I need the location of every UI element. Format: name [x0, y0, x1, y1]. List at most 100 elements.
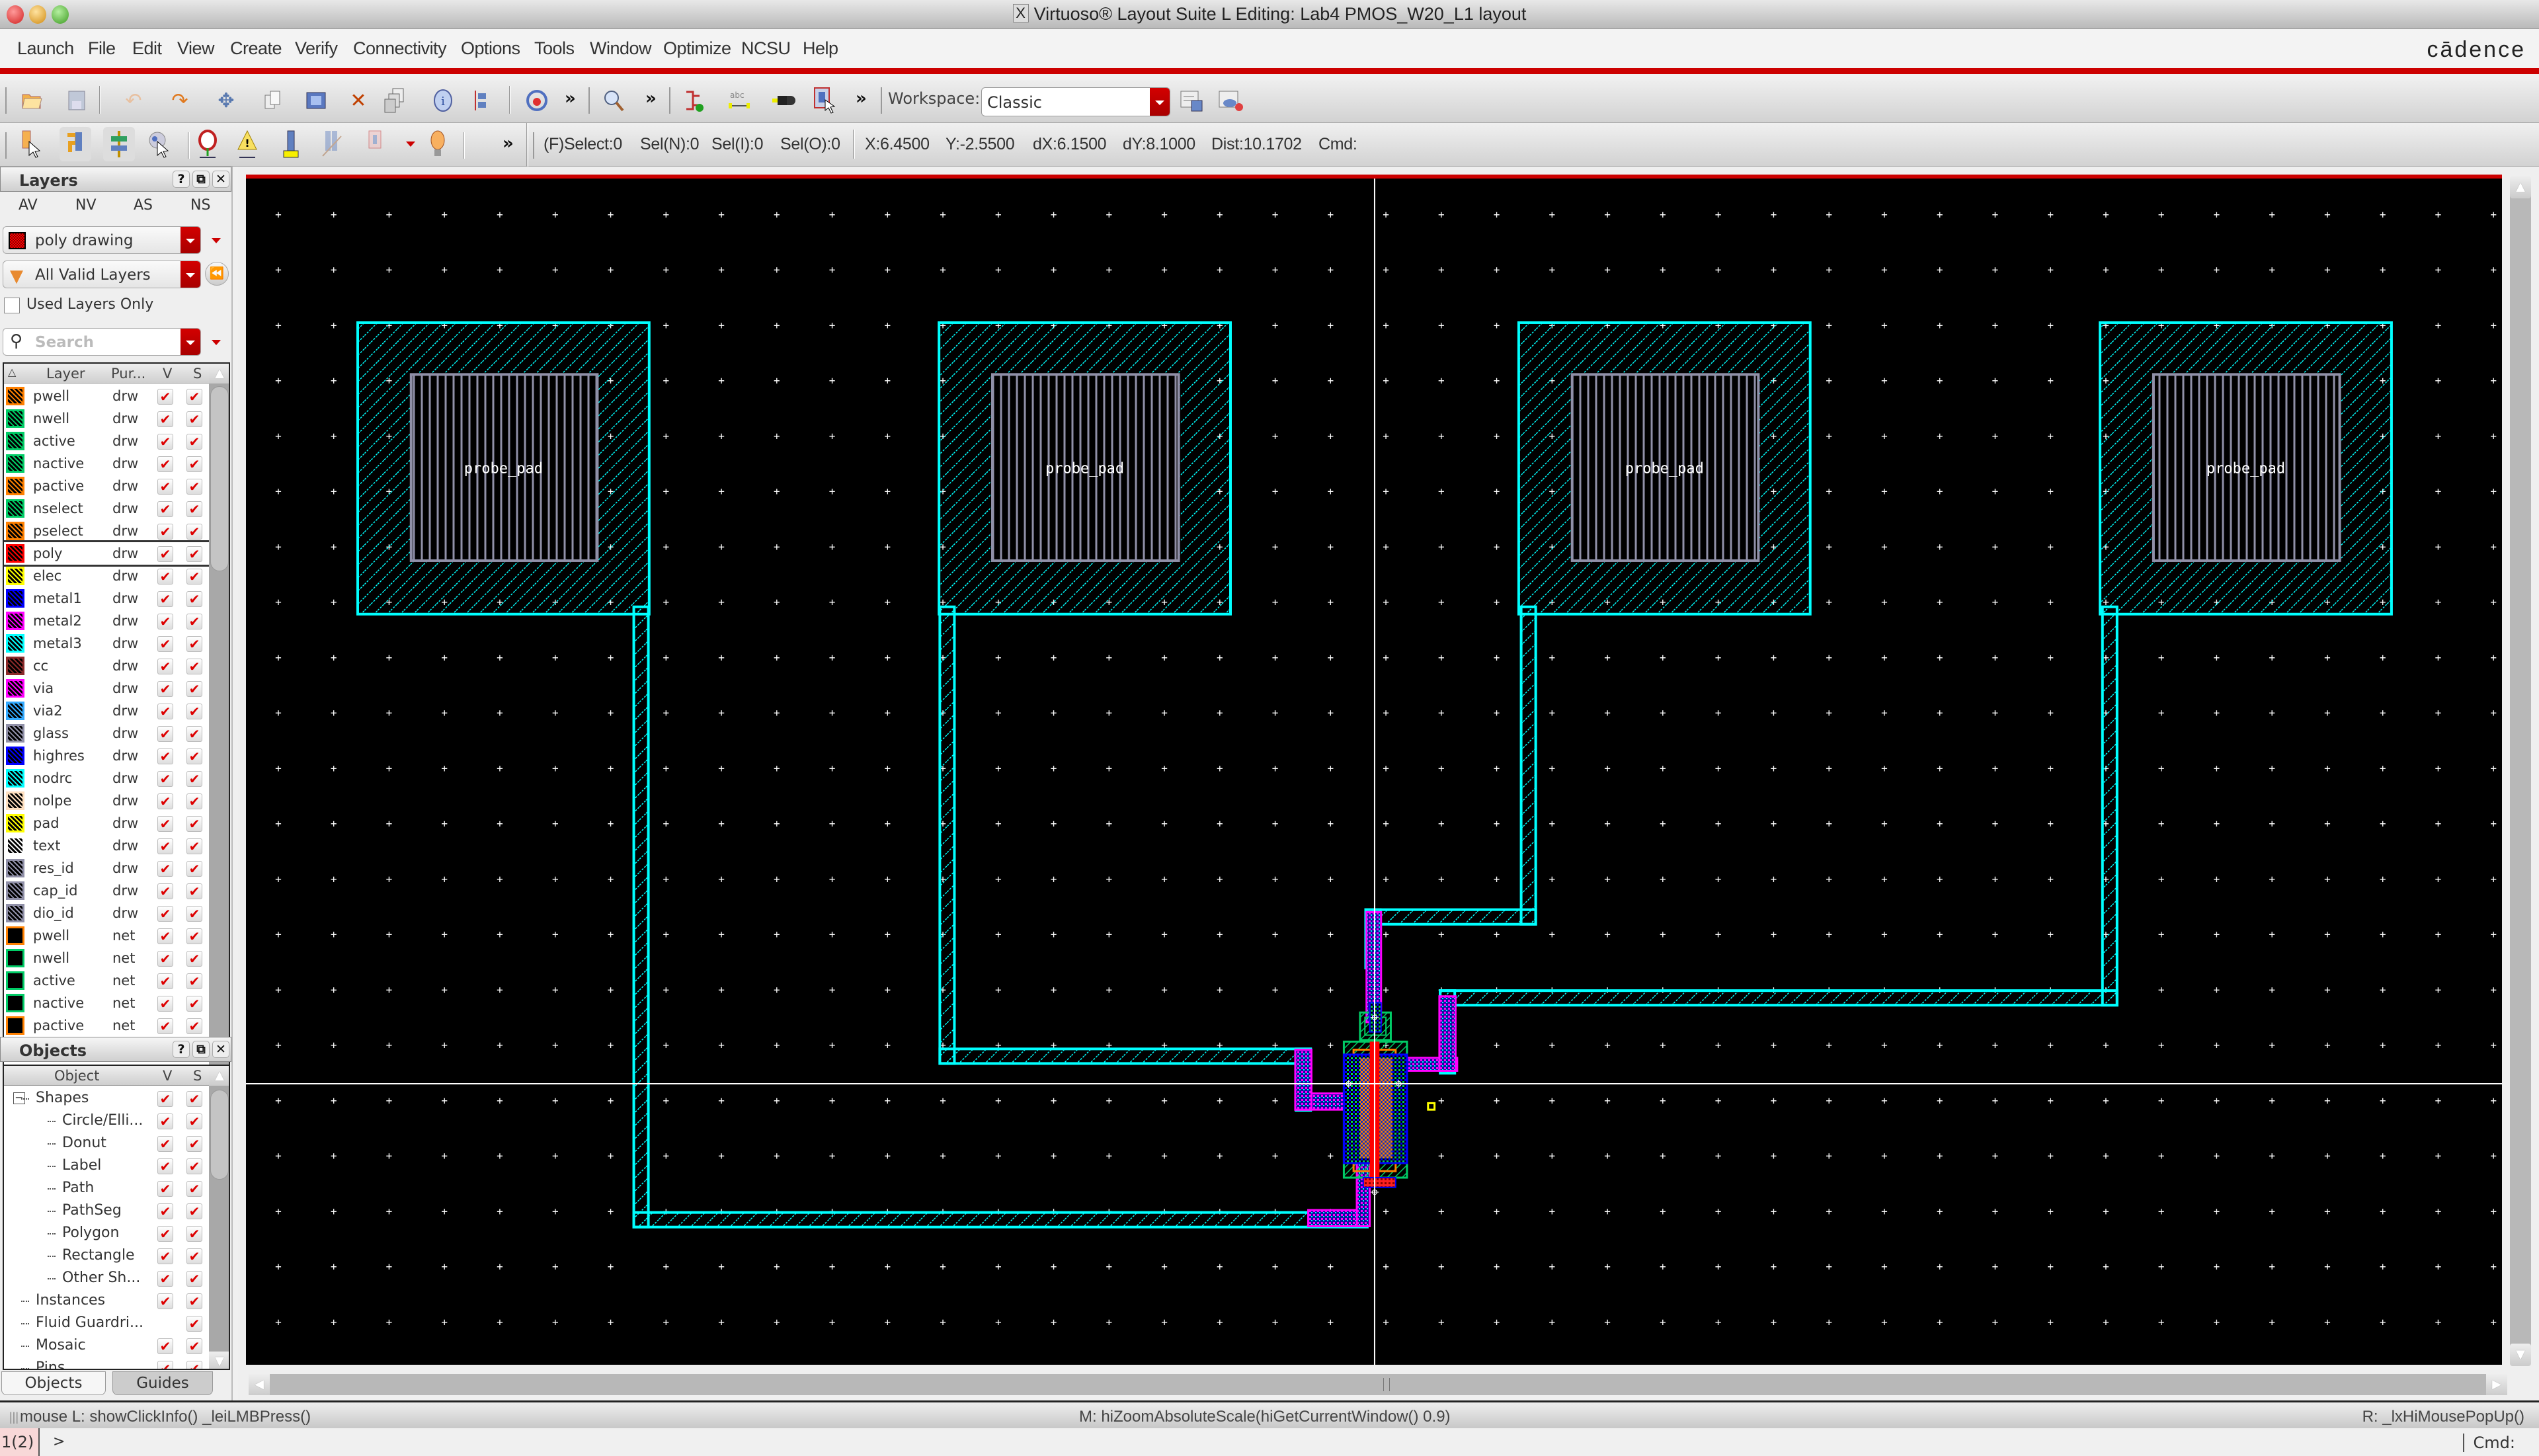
- object-row[interactable]: Donut ✔ ✔: [4, 1132, 209, 1154]
- col-object[interactable]: Object: [54, 1068, 99, 1084]
- used-layers-only-checkbox[interactable]: [4, 298, 20, 313]
- layer-filter-dropdown-button[interactable]: [181, 261, 200, 288]
- copy-icon[interactable]: [258, 85, 287, 116]
- selectable-checkbox[interactable]: ✔: [186, 681, 202, 697]
- selectable-checkbox[interactable]: ✔: [186, 1136, 202, 1152]
- selectable-checkbox[interactable]: ✔: [186, 793, 202, 809]
- visible-checkbox[interactable]: ✔: [157, 659, 173, 674]
- col-visible[interactable]: V: [163, 1068, 172, 1084]
- visible-checkbox[interactable]: ✔: [157, 883, 173, 899]
- col-layer[interactable]: Layer: [46, 366, 85, 382]
- layer-row[interactable]: pactive drw ✔ ✔: [4, 475, 209, 497]
- visible-checkbox[interactable]: ✔: [157, 681, 173, 697]
- col-purpose[interactable]: Pur...: [111, 366, 145, 382]
- objects-scrollbar[interactable]: ▲ ▼: [209, 1066, 229, 1369]
- zoom-icon[interactable]: [599, 85, 628, 116]
- help-icon[interactable]: ?: [173, 171, 190, 188]
- float-panel-icon[interactable]: ⧉: [192, 171, 210, 188]
- object-row[interactable]: Circle/Elli... ✔ ✔: [4, 1110, 209, 1132]
- select-area-icon[interactable]: [811, 85, 840, 116]
- undo-icon[interactable]: ↶: [119, 85, 148, 116]
- layer-row[interactable]: metal1 drw ✔ ✔: [4, 587, 209, 610]
- move-icon[interactable]: ✥: [212, 85, 241, 116]
- col-visible[interactable]: V: [163, 366, 172, 382]
- canvas-horizontal-scrollbar[interactable]: ◀ ▶: [249, 1374, 2507, 1395]
- visible-checkbox[interactable]: ✔: [157, 748, 173, 764]
- search-menu-arrow[interactable]: [212, 340, 221, 345]
- visible-checkbox[interactable]: ✔: [157, 1158, 173, 1174]
- selectable-checkbox[interactable]: ✔: [186, 501, 202, 517]
- layer-row[interactable]: metal2 drw ✔ ✔: [4, 610, 209, 632]
- layer-row[interactable]: glass drw ✔ ✔: [4, 722, 209, 745]
- drc-stop-icon[interactable]: [196, 128, 225, 160]
- select-mode-icon[interactable]: [17, 128, 46, 160]
- selectable-checkbox[interactable]: ✔: [186, 591, 202, 607]
- visible-checkbox[interactable]: ✔: [157, 1338, 173, 1354]
- layer-row[interactable]: nodrc drw ✔ ✔: [4, 767, 209, 789]
- layer-row[interactable]: active drw ✔ ✔: [4, 430, 209, 452]
- visible-checkbox[interactable]: ✔: [157, 501, 173, 517]
- command-prompt[interactable]: >: [53, 1434, 65, 1450]
- selectable-checkbox[interactable]: ✔: [186, 1158, 202, 1174]
- selectable-checkbox[interactable]: ✔: [186, 704, 202, 719]
- layer-row[interactable]: via drw ✔ ✔: [4, 677, 209, 700]
- object-row[interactable]: Rectangle ✔ ✔: [4, 1244, 209, 1267]
- selectable-checkbox[interactable]: ✔: [186, 973, 202, 989]
- collapse-icon[interactable]: ⏪: [205, 262, 229, 286]
- object-row[interactable]: Polygon ✔ ✔: [4, 1222, 209, 1244]
- layer-row[interactable]: pwell net ✔ ✔: [4, 924, 209, 947]
- tab-guides[interactable]: Guides: [112, 1371, 213, 1395]
- visible-checkbox[interactable]: ✔: [157, 1361, 173, 1369]
- search-dropdown-button[interactable]: [181, 329, 200, 355]
- layer-row[interactable]: pwell drw ✔ ✔: [4, 385, 209, 407]
- toolbar-overflow-chevron[interactable]: »: [503, 134, 514, 153]
- tab-objects[interactable]: Objects: [1, 1371, 106, 1395]
- toolbar-overflow-chevron[interactable]: »: [645, 89, 657, 108]
- menu-edit[interactable]: Edit: [132, 38, 162, 59]
- layer-row[interactable]: poly drw ✔ ✔: [4, 540, 211, 567]
- toolbar-overflow-chevron[interactable]: »: [856, 89, 867, 108]
- object-row[interactable]: Pins ✔ ✔: [4, 1357, 209, 1369]
- layer-row[interactable]: dio_id drw ✔ ✔: [4, 902, 209, 924]
- visible-checkbox[interactable]: ✔: [157, 434, 173, 450]
- visible-checkbox[interactable]: ✔: [157, 951, 173, 967]
- visible-checkbox[interactable]: ✔: [157, 1293, 173, 1309]
- selectable-checkbox[interactable]: ✔: [186, 1271, 202, 1287]
- object-row[interactable]: − Shapes ✔ ✔: [4, 1087, 209, 1110]
- workspace-dropdown-button[interactable]: [1150, 88, 1170, 116]
- selectable-checkbox[interactable]: ✔: [186, 816, 202, 832]
- stretch-mode-icon[interactable]: [103, 127, 135, 161]
- visible-checkbox[interactable]: ✔: [157, 614, 173, 629]
- current-layer-dropdown-button[interactable]: [181, 227, 200, 253]
- scroll-up-arrow[interactable]: ▲: [2510, 176, 2531, 198]
- layer-row[interactable]: nwell drw ✔ ✔: [4, 407, 209, 430]
- float-panel-icon[interactable]: ⧉: [192, 1041, 210, 1058]
- selectable-checkbox[interactable]: ✔: [186, 1226, 202, 1242]
- menu-launch[interactable]: Launch: [17, 38, 74, 59]
- selectable-checkbox[interactable]: ✔: [186, 569, 202, 585]
- visible-checkbox[interactable]: ✔: [157, 1136, 173, 1152]
- visible-checkbox[interactable]: ✔: [157, 996, 173, 1012]
- properties-icon[interactable]: [382, 85, 411, 116]
- visible-checkbox[interactable]: ✔: [157, 861, 173, 877]
- visible-checkbox[interactable]: ✔: [157, 816, 173, 832]
- layer-row[interactable]: via2 drw ✔ ✔: [4, 700, 209, 722]
- menu-tools[interactable]: Tools: [534, 38, 575, 59]
- layer-row[interactable]: cc drw ✔ ✔: [4, 655, 209, 677]
- scroll-right-arrow[interactable]: ▶: [2486, 1374, 2507, 1395]
- close-panel-icon[interactable]: ✕: [212, 171, 229, 188]
- visible-checkbox[interactable]: ✔: [157, 1018, 173, 1034]
- warning-icon[interactable]: !: [235, 128, 264, 160]
- toolbar-grip[interactable]: [5, 87, 11, 114]
- show-workspace-icon[interactable]: [1217, 85, 1246, 116]
- selectable-checkbox[interactable]: ✔: [186, 1316, 202, 1332]
- layer-row[interactable]: nwell net ✔ ✔: [4, 947, 209, 969]
- partial-select-icon[interactable]: [60, 127, 91, 161]
- stretch-icon[interactable]: [302, 85, 331, 116]
- workspace-select[interactable]: Classic: [981, 87, 1170, 116]
- selectable-checkbox[interactable]: ✔: [186, 479, 202, 495]
- highlight-icon[interactable]: [364, 128, 393, 160]
- selectable-checkbox[interactable]: ✔: [186, 1113, 202, 1129]
- scroll-left-arrow[interactable]: ◀: [249, 1374, 270, 1395]
- layer-row[interactable]: pselect drw ✔ ✔: [4, 520, 209, 542]
